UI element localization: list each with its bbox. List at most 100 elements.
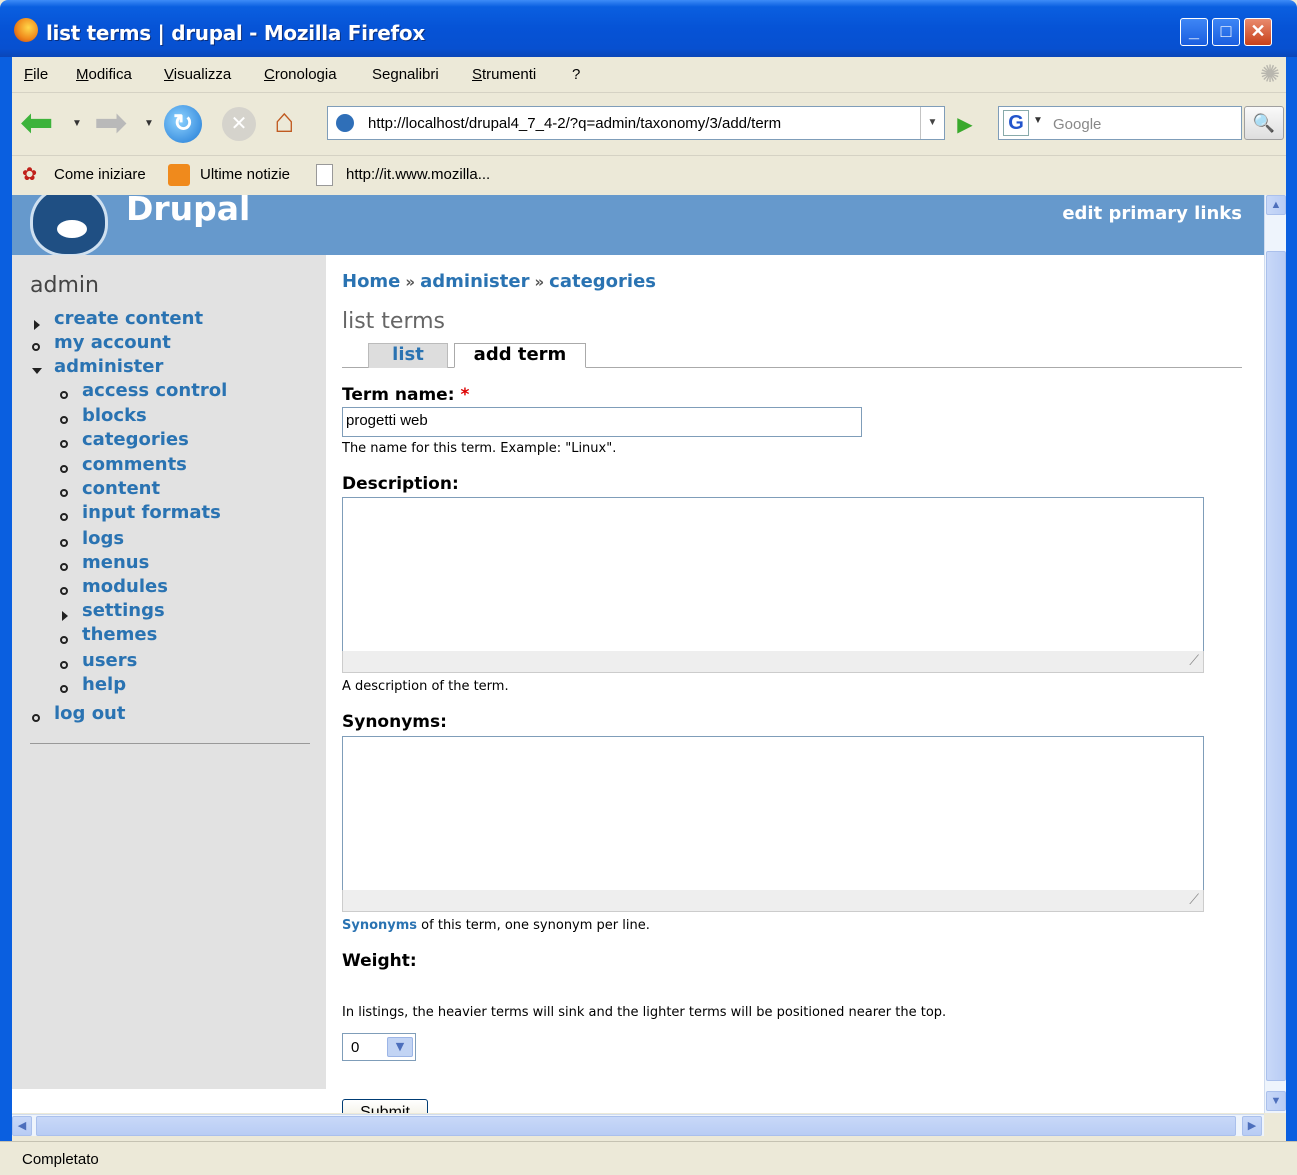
stop-icon[interactable]: ✕: [222, 107, 256, 141]
sidebar-item-access-control[interactable]: access control: [82, 380, 227, 401]
sidebar-item-my-account[interactable]: my account: [54, 332, 171, 353]
sidebar-item-comments[interactable]: comments: [82, 454, 187, 475]
term-name-description: The name for this term. Example: "Linux"…: [342, 441, 617, 456]
synonyms-help-link[interactable]: Synonyms: [342, 918, 417, 933]
term-name-input[interactable]: progetti web: [342, 407, 862, 437]
sidebar-item-administer[interactable]: administer: [54, 356, 163, 377]
sidebar-item-help[interactable]: help: [82, 674, 126, 695]
collapsed-arrow-icon: [34, 320, 40, 330]
select-dropdown-icon[interactable]: ▼: [387, 1037, 413, 1057]
bullet-icon: [60, 685, 68, 693]
sidebar: admin create content my account administ…: [12, 255, 326, 1089]
description-textarea[interactable]: [342, 497, 1204, 653]
scroll-left-icon[interactable]: ◀: [12, 1116, 32, 1136]
sidebar-item-menus[interactable]: menus: [82, 552, 149, 573]
minimize-button[interactable]: _: [1180, 18, 1208, 46]
sidebar-item-content[interactable]: content: [82, 478, 160, 499]
bullet-icon: [60, 391, 68, 399]
home-icon[interactable]: ⌂: [274, 104, 295, 138]
status-bar: Completato: [0, 1141, 1297, 1175]
window-titlebar: list terms | drupal - Mozilla Firefox _ …: [0, 0, 1297, 57]
window-frame-right: [1286, 57, 1297, 1141]
main-content: Home» administer» categories list terms li…: [326, 255, 1264, 1113]
bookmark-come-iniziare[interactable]: Come iniziare: [54, 166, 146, 183]
resize-grip-icon: ⟋: [1189, 892, 1199, 908]
maximize-button[interactable]: □: [1212, 18, 1240, 46]
bookmark-ultime-notizie[interactable]: Ultime notizie: [200, 166, 290, 183]
go-icon[interactable]: ▶: [952, 112, 978, 136]
submit-button[interactable]: Submit: [342, 1099, 428, 1113]
bullet-icon: [60, 513, 68, 521]
resize-grip-icon: ⟋: [1189, 653, 1199, 669]
breadcrumb-categories[interactable]: categories: [549, 271, 656, 292]
bullet-icon: [60, 587, 68, 595]
breadcrumb-home[interactable]: Home: [342, 271, 400, 292]
bullet-icon: [60, 489, 68, 497]
sidebar-item-categories[interactable]: categories: [82, 429, 189, 450]
horizontal-scroll-thumb[interactable]: [36, 1116, 1236, 1136]
site-name[interactable]: Drupal: [126, 195, 250, 228]
vertical-scrollbar[interactable]: ▲ ▼: [1264, 195, 1286, 1113]
horizontal-scrollbar[interactable]: ◀ ▶: [12, 1114, 1264, 1136]
sidebar-item-create-content[interactable]: create content: [54, 308, 203, 329]
breadcrumb-administer[interactable]: administer: [420, 271, 529, 292]
reload-icon[interactable]: ↻: [164, 105, 202, 143]
menu-file[interactable]: File: [24, 66, 48, 83]
sidebar-item-blocks[interactable]: blocks: [82, 405, 147, 426]
page-viewport: Drupal edit primary links admin create c…: [12, 195, 1264, 1113]
menu-cronologia[interactable]: Cronologia: [264, 66, 337, 83]
bookmark-mozilla-it[interactable]: http://it.www.mozilla...: [346, 166, 490, 183]
forward-history-dropdown-icon[interactable]: ▼: [144, 118, 154, 129]
url-text[interactable]: http://localhost/drupal4_7_4-2/?q=admin/…: [368, 115, 781, 132]
sidebar-item-themes[interactable]: themes: [82, 624, 157, 645]
search-bar[interactable]: G ▼ Google: [998, 106, 1242, 140]
synonyms-textarea[interactable]: [342, 736, 1204, 892]
url-history-dropdown-icon[interactable]: ▼: [920, 107, 944, 139]
sidebar-item-log-out[interactable]: log out: [54, 703, 125, 724]
drupal-logo-icon[interactable]: [30, 195, 108, 257]
sidebar-title: admin: [30, 273, 99, 298]
firefox-icon: [14, 18, 38, 42]
status-text: Completato: [22, 1151, 99, 1168]
sidebar-item-input-formats[interactable]: input formats: [82, 502, 221, 523]
scroll-right-icon[interactable]: ▶: [1242, 1116, 1262, 1136]
weight-label: Weight:: [342, 951, 417, 971]
breadcrumb-separator: »: [534, 273, 545, 291]
menu-modifica[interactable]: Modifica: [76, 66, 132, 83]
scroll-down-icon[interactable]: ▼: [1266, 1091, 1286, 1111]
synonyms-help: Synonyms of this term, one synonym per l…: [342, 918, 650, 933]
collapsed-arrow-icon: [62, 611, 68, 621]
bullet-icon: [60, 563, 68, 571]
required-marker: *: [460, 385, 470, 405]
close-button[interactable]: ✕: [1244, 18, 1272, 46]
synonyms-resize-handle[interactable]: ⟋: [342, 890, 1204, 912]
back-history-dropdown-icon[interactable]: ▼: [72, 118, 82, 129]
google-engine-icon[interactable]: G: [1003, 110, 1029, 136]
sidebar-item-modules[interactable]: modules: [82, 576, 168, 597]
sidebar-item-users[interactable]: users: [82, 650, 137, 671]
bullet-icon: [60, 636, 68, 644]
search-placeholder[interactable]: Google: [1053, 116, 1101, 133]
sidebar-divider: [30, 743, 310, 744]
scroll-up-icon[interactable]: ▲: [1266, 195, 1286, 215]
sidebar-item-logs[interactable]: logs: [82, 528, 124, 549]
menu-segnalibri[interactable]: Segnalibri: [372, 66, 439, 83]
edit-primary-links[interactable]: edit primary links: [1062, 203, 1242, 224]
menu-strumenti[interactable]: Strumenti: [472, 66, 536, 83]
weight-selected-value[interactable]: 0: [351, 1039, 359, 1056]
description-resize-handle[interactable]: ⟋: [342, 651, 1204, 673]
menu-visualizza[interactable]: Visualizza: [164, 66, 231, 83]
page-icon: [316, 164, 333, 186]
forward-icon[interactable]: ➡: [94, 103, 128, 143]
vertical-scroll-thumb[interactable]: [1266, 251, 1286, 1081]
menu-help[interactable]: ?: [572, 66, 580, 83]
weight-select[interactable]: 0 ▼: [342, 1033, 416, 1061]
search-button[interactable]: 🔍: [1244, 106, 1284, 140]
rss-icon: [168, 164, 190, 186]
tab-add-term[interactable]: add term: [454, 343, 586, 368]
tab-list[interactable]: list: [368, 343, 448, 368]
sidebar-item-settings[interactable]: settings: [82, 600, 165, 621]
back-icon[interactable]: ⬅: [20, 103, 54, 143]
search-engine-dropdown-icon[interactable]: ▼: [1033, 115, 1043, 126]
url-bar[interactable]: http://localhost/drupal4_7_4-2/?q=admin/…: [327, 106, 945, 140]
